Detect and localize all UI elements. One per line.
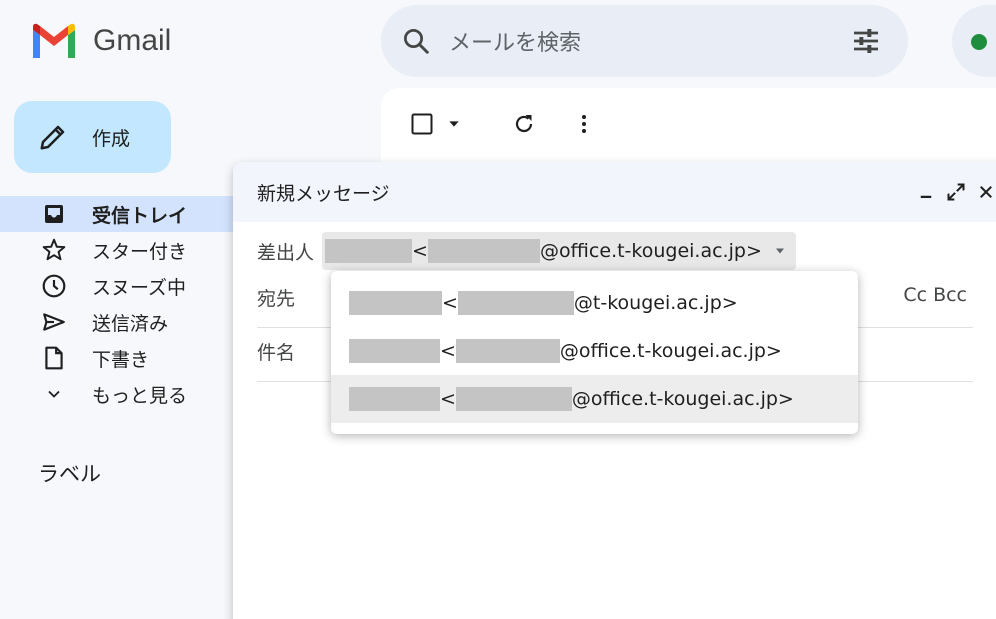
select-menu-caret-icon[interactable] xyxy=(440,110,468,138)
sidebar-item-label: スヌーズ中 xyxy=(92,276,187,299)
from-open-bracket: < xyxy=(412,240,428,262)
search-bar[interactable]: メールを検索 xyxy=(381,5,908,77)
redacted-name xyxy=(325,239,413,263)
option-open-bracket: < xyxy=(440,340,456,362)
sidebar-item-label: 受信トレイ xyxy=(92,204,188,227)
search-options-icon[interactable] xyxy=(850,25,882,57)
mail-toolbar xyxy=(408,110,598,138)
status-indicator[interactable] xyxy=(952,5,996,77)
close-icon[interactable] xyxy=(971,177,996,207)
fullscreen-icon[interactable] xyxy=(941,177,971,207)
gmail-m-icon xyxy=(33,23,75,58)
redacted-name xyxy=(349,387,440,411)
sidebar-item-drafts[interactable]: 下書き xyxy=(0,340,250,376)
chevron-down-icon xyxy=(40,380,68,408)
from-domain: @office.t-kougei.ac.jp> xyxy=(539,240,762,262)
sidebar-item-inbox[interactable]: 受信トレイ xyxy=(0,196,250,232)
send-icon xyxy=(40,308,68,336)
clock-icon xyxy=(40,272,68,300)
cc-bcc-link[interactable]: Cc Bcc xyxy=(903,284,967,306)
sidebar-item-snoozed[interactable]: スヌーズ中 xyxy=(0,268,250,304)
to-label: 宛先 xyxy=(257,288,296,310)
sidebar-item-more[interactable]: もっと見る xyxy=(0,376,250,412)
draft-icon xyxy=(40,344,68,372)
sidebar-item-label: スター付き xyxy=(92,240,188,263)
sidebar-nav: 受信トレイ スター付き スヌーズ中 送信済み 下書き もっと見る xyxy=(0,196,250,412)
sidebar-item-label: 下書き xyxy=(92,348,150,371)
refresh-icon[interactable] xyxy=(510,110,538,138)
labels-heading: ラベル xyxy=(38,462,101,486)
online-status-icon xyxy=(971,34,987,50)
dropdown-caret-icon xyxy=(775,248,784,254)
compose-label: 作成 xyxy=(92,127,131,150)
redacted-local-part xyxy=(455,387,572,411)
option-domain: @office.t-kougei.ac.jp> xyxy=(559,340,782,362)
search-input[interactable]: メールを検索 xyxy=(449,25,850,57)
star-icon xyxy=(40,236,68,264)
compose-title: 新規メッセージ xyxy=(257,182,390,205)
compose-button[interactable]: 作成 xyxy=(14,101,171,173)
pencil-icon xyxy=(40,125,65,150)
from-row: 差出人 < @office.t-kougei.ac.jp> xyxy=(257,232,796,270)
minimize-icon[interactable] xyxy=(911,177,941,207)
from-select[interactable]: < @office.t-kougei.ac.jp> xyxy=(322,232,796,270)
compose-header[interactable]: 新規メッセージ xyxy=(233,162,996,222)
sidebar-item-sent[interactable]: 送信済み xyxy=(0,304,250,340)
from-dropdown-menu: < @t-kougei.ac.jp> < @office.t-kougei.ac… xyxy=(331,271,858,434)
gmail-wordmark: Gmail xyxy=(93,24,172,57)
from-label: 差出人 xyxy=(257,241,315,264)
sidebar-item-label: もっと見る xyxy=(92,384,188,407)
from-option[interactable]: < @office.t-kougei.ac.jp> xyxy=(331,375,858,423)
more-vert-icon[interactable] xyxy=(570,110,598,138)
subject-label: 件名 xyxy=(257,342,296,364)
redacted-name xyxy=(349,339,440,363)
sidebar-item-label: 送信済み xyxy=(92,312,169,335)
option-domain: @t-kougei.ac.jp> xyxy=(573,292,738,314)
select-all-checkbox[interactable] xyxy=(408,110,436,138)
from-option[interactable]: < @t-kougei.ac.jp> xyxy=(331,279,858,327)
redacted-name xyxy=(349,291,442,315)
gmail-logo[interactable]: Gmail xyxy=(30,22,171,60)
redacted-local-part xyxy=(455,339,560,363)
redacted-local-part xyxy=(457,291,574,315)
option-open-bracket: < xyxy=(442,292,458,314)
from-option[interactable]: < @office.t-kougei.ac.jp> xyxy=(331,327,858,375)
sidebar-item-starred[interactable]: スター付き xyxy=(0,232,250,268)
inbox-icon xyxy=(40,200,68,228)
option-open-bracket: < xyxy=(440,388,456,410)
search-icon[interactable] xyxy=(401,26,431,56)
option-domain: @office.t-kougei.ac.jp> xyxy=(571,388,794,410)
redacted-local-part xyxy=(427,239,540,263)
